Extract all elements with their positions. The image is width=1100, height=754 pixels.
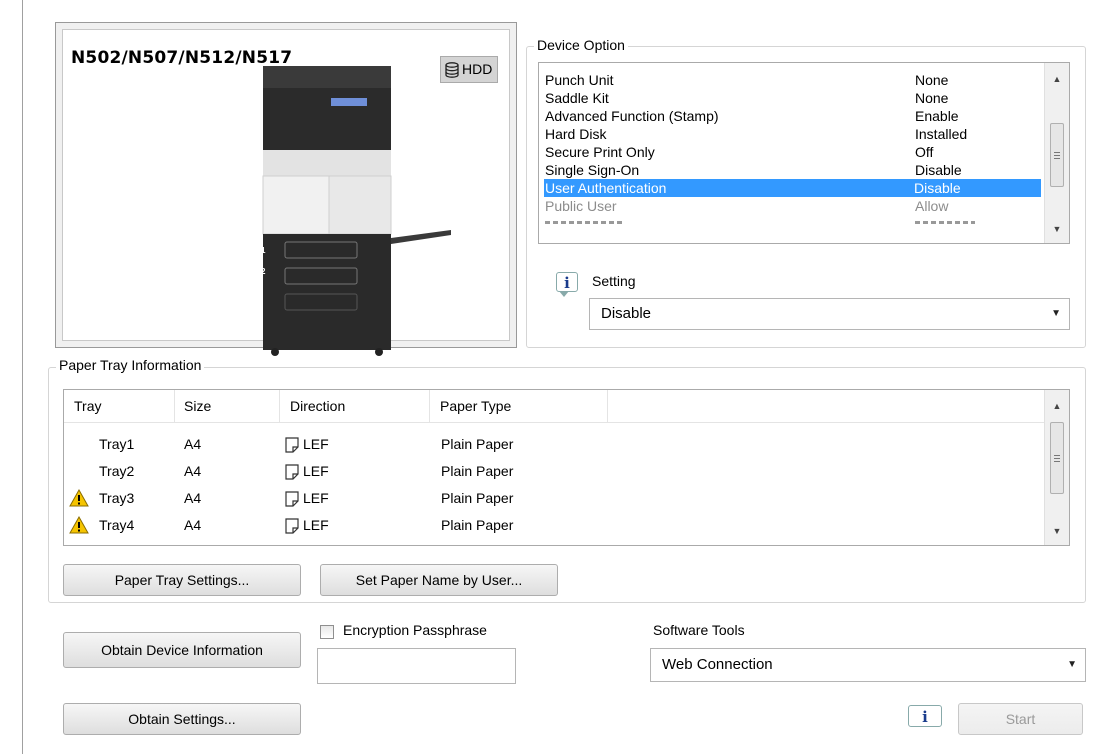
option-row[interactable]: Punch Unit None — [545, 71, 1039, 89]
tray-direction: LEF — [303, 436, 329, 452]
chevron-down-icon: ▼ — [1067, 659, 1077, 670]
tray-number-1: 1 — [261, 246, 266, 255]
software-tools-label: Software Tools — [653, 622, 745, 638]
option-row-selected[interactable]: User Authentication Disable — [544, 179, 1041, 197]
paper-tray-settings-button[interactable]: Paper Tray Settings... — [63, 564, 301, 596]
tray-paper-type: Plain Paper — [441, 436, 514, 452]
info-icon-tail — [559, 291, 569, 297]
option-value: None — [915, 90, 949, 106]
device-preview-panel: N502/N507/N512/N517 HDD 1 2 — [55, 22, 517, 356]
paper-tray-title: Paper Tray Information — [56, 357, 205, 373]
scroll-thumb[interactable] — [1050, 422, 1064, 494]
page-icon — [285, 437, 299, 453]
option-row-partial — [545, 217, 1039, 229]
page-icon — [285, 464, 299, 480]
encryption-checkbox[interactable] — [320, 625, 334, 639]
scroll-down-icon[interactable]: ▼ — [1045, 219, 1069, 239]
option-name: Punch Unit — [545, 72, 614, 88]
paper-tray-scrollbar[interactable]: ▲ ▼ — [1044, 390, 1069, 545]
option-value: Enable — [915, 108, 959, 124]
tray-paper-type: Plain Paper — [441, 463, 514, 479]
setting-label: Setting — [592, 273, 636, 289]
option-value: Off — [915, 144, 934, 160]
scroll-up-icon[interactable]: ▲ — [1045, 396, 1069, 416]
tray-size: A4 — [184, 436, 202, 452]
tray-direction: LEF — [303, 463, 329, 479]
info-icon[interactable]: i — [556, 272, 578, 292]
column-header-size[interactable]: Size — [184, 390, 211, 422]
table-row[interactable]: Tray2 A4 LEF Plain Paper — [64, 458, 1046, 485]
hdd-label: HDD — [462, 61, 493, 77]
option-name: Public User — [545, 198, 617, 214]
tray-name: Tray2 — [99, 463, 135, 479]
start-button[interactable]: Start — [958, 703, 1083, 735]
tray-name: Tray4 — [99, 517, 135, 533]
tray-size: A4 — [184, 463, 202, 479]
option-name: User Authentication — [545, 180, 667, 196]
option-row[interactable]: Public User Allow — [545, 197, 1039, 215]
setting-dropdown-value: Disable — [601, 305, 652, 322]
scroll-thumb[interactable] — [1050, 123, 1064, 187]
column-header-paper-type[interactable]: Paper Type — [440, 390, 511, 422]
warning-icon — [69, 516, 89, 534]
option-value: Allow — [915, 198, 949, 214]
option-name: Hard Disk — [545, 126, 607, 142]
option-value: None — [915, 72, 949, 88]
device-option-list[interactable]: Punch Unit None Saddle Kit None Advanced F… — [538, 62, 1070, 244]
option-row[interactable]: Advanced Function (Stamp) Enable — [545, 107, 1039, 125]
info-icon[interactable]: i — [908, 705, 942, 727]
column-header-tray[interactable]: Tray — [74, 390, 101, 422]
option-name: Single Sign-On — [545, 162, 640, 178]
page-icon — [285, 491, 299, 507]
tray-direction: LEF — [303, 517, 329, 533]
option-value: Installed — [915, 126, 968, 142]
table-row[interactable]: Tray1 A4 LEF Plain Paper — [64, 431, 1046, 458]
obtain-device-information-button[interactable]: Obtain Device Information — [63, 632, 301, 668]
option-value: Disable — [915, 162, 962, 178]
option-name: Advanced Function (Stamp) — [545, 108, 719, 124]
encryption-label[interactable]: Encryption Passphrase — [343, 622, 487, 638]
tray-name: Tray1 — [99, 436, 135, 452]
table-row[interactable]: Tray4 A4 LEF Plain Paper — [64, 512, 1046, 539]
chevron-down-icon: ▼ — [1051, 308, 1061, 319]
device-option-scrollbar[interactable]: ▲ ▼ — [1044, 63, 1069, 243]
option-row[interactable]: Saddle Kit None — [545, 89, 1039, 107]
option-value: Disable — [914, 180, 961, 196]
option-row[interactable]: Hard Disk Installed — [545, 125, 1039, 143]
printer-image — [262, 66, 451, 356]
software-tools-dropdown[interactable]: Web Connection ▼ — [650, 648, 1086, 682]
passphrase-input[interactable] — [317, 648, 516, 684]
scroll-up-icon[interactable]: ▲ — [1045, 69, 1069, 89]
option-name: Secure Print Only — [545, 144, 655, 160]
obtain-settings-button[interactable]: Obtain Settings... — [63, 703, 301, 735]
tray-name: Tray3 — [99, 490, 135, 506]
set-paper-name-button[interactable]: Set Paper Name by User... — [320, 564, 558, 596]
paper-tray-table[interactable]: Tray Size Direction Paper Type Tray1 A4 … — [63, 389, 1070, 546]
tray-paper-type: Plain Paper — [441, 490, 514, 506]
left-divider — [22, 0, 23, 754]
tray-number-2: 2 — [261, 267, 266, 276]
table-row[interactable]: Tray3 A4 LEF Plain Paper — [64, 485, 1046, 512]
setting-dropdown[interactable]: Disable ▼ — [589, 298, 1070, 330]
table-header: Tray Size Direction Paper Type — [64, 390, 1046, 423]
device-option-title: Device Option — [534, 37, 628, 53]
tray-size: A4 — [184, 517, 202, 533]
option-row[interactable]: Secure Print Only Off — [545, 143, 1039, 161]
tray-direction: LEF — [303, 490, 329, 506]
tray-size: A4 — [184, 490, 202, 506]
scroll-down-icon[interactable]: ▼ — [1045, 521, 1069, 541]
option-name: Saddle Kit — [545, 90, 609, 106]
page-icon — [285, 518, 299, 534]
warning-icon — [69, 489, 89, 507]
option-row[interactable]: Single Sign-On Disable — [545, 161, 1039, 179]
tray-paper-type: Plain Paper — [441, 517, 514, 533]
column-header-direction[interactable]: Direction — [290, 390, 345, 422]
software-tools-value: Web Connection — [662, 656, 773, 673]
